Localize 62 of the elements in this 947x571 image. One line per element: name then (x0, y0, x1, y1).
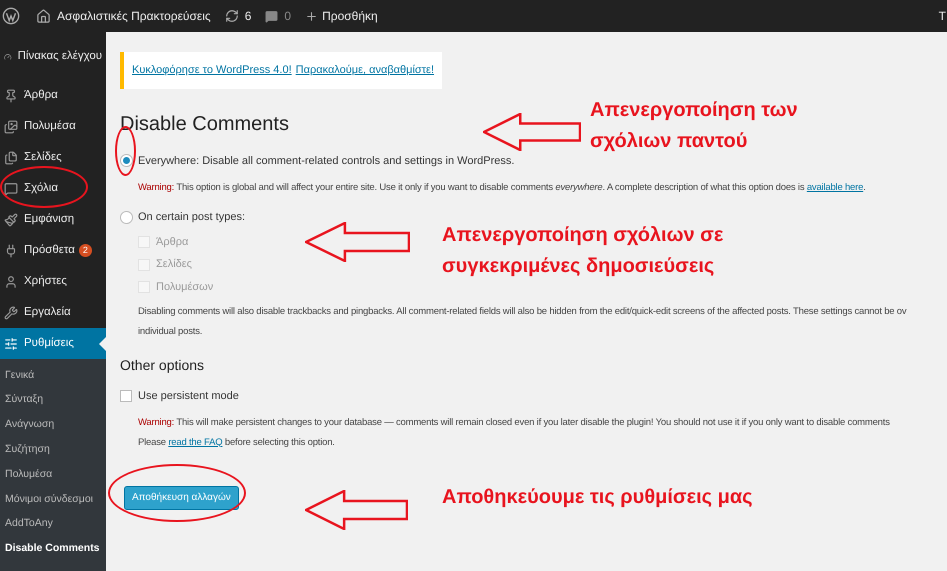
updates-icon[interactable] (224, 9, 239, 23)
current-pointer-icon (99, 337, 106, 351)
submenu-item[interactable]: Ανάγνωση (0, 412, 106, 438)
plus-icon[interactable] (305, 10, 318, 22)
user-icon (4, 274, 18, 288)
option-label: Everywhere: Disable all comment-related controls and settings in WordPress. (138, 154, 514, 168)
section-heading: Other options (120, 356, 204, 375)
settings-icon (4, 336, 18, 350)
submenu-item[interactable]: Σύνταξη (0, 388, 106, 413)
paintbrush-icon (4, 212, 18, 226)
pin-icon (4, 88, 18, 102)
wordpress-logo-icon (2, 7, 20, 25)
description-text: Disabling comments will also disable trackbacks and pingbacks. All comment-related fields will also be hidden from the edit/quick-edit screens of the affected posts. These settings cannot be ov (138, 305, 906, 320)
media-icon (4, 120, 18, 134)
submenu-item[interactable]: Γενικά (0, 363, 106, 388)
sidebar-menu-item[interactable]: Πρόσθετα 2 (0, 235, 106, 266)
wrench-icon (4, 306, 18, 320)
sidebar-menu-item[interactable]: Άρθρα (0, 80, 106, 111)
notice-link[interactable]: Κυκλοφόρησε το WordPress 4.0! (132, 62, 292, 78)
sidebar-menu-item[interactable]: Εμφάνιση (0, 204, 106, 235)
annotation-text: Απενεργοποίηση σχόλιων σε συγκεκριμένες δημοσιεύσεις (442, 223, 724, 279)
sidebar-menu-item[interactable]: Σελίδες (0, 142, 106, 173)
checkbox-label: Use persistent mode (138, 388, 239, 404)
sidebar-menu-item[interactable]: Εργαλεία (0, 297, 106, 328)
sidebar-menu-item[interactable]: Χρήστες (0, 266, 106, 297)
description-text: individual posts. (138, 324, 204, 338)
site-title[interactable]: Ασφαλιστικές Πρακτορεύσεις (57, 7, 211, 25)
available-here-link[interactable]: available here (806, 182, 864, 193)
checkbox-label: Άρθρα (156, 234, 188, 250)
option-label: On certain post types: (138, 210, 245, 226)
plug-icon (4, 244, 18, 258)
new-menu[interactable]: Προσθήκη (322, 7, 378, 25)
account-menu[interactable]: Τ (938, 7, 946, 25)
sidebar-menu-item[interactable]: Ρυθμίσεις (0, 328, 106, 359)
annotation-text: Απενεργοποίηση των σχόλιων παντού (590, 98, 799, 154)
updates-count[interactable]: 6 (244, 7, 252, 25)
sidebar-menu-item[interactable]: Σχόλια (0, 173, 106, 204)
annotation-text: Αποθηκεύουμε τις ρυθμίσεις μας (442, 485, 754, 510)
pages-icon (4, 150, 18, 164)
submenu-item[interactable]: Μόνιμοι σύνδεσμοι (0, 486, 106, 512)
update-badge: 2 (78, 244, 92, 257)
speech-bubble-icon (4, 182, 18, 196)
radio-button[interactable] (120, 154, 133, 168)
checkbox[interactable] (120, 390, 132, 402)
comments-count[interactable]: 0 (284, 7, 292, 25)
submenu-item[interactable]: AddToAny (0, 512, 106, 537)
home-icon[interactable] (36, 8, 51, 24)
warning-text: Warning: This option is global and will affect your entire site. Use it only if you want to disable comments everywhere. A complete description of what this option does is available here. (138, 181, 866, 195)
sidebar-menu-item[interactable]: Πολυμέσα (0, 111, 106, 142)
notice-link[interactable]: Παρακαλούμε, αναβαθμίστε! (296, 62, 434, 78)
comments-icon[interactable] (265, 10, 278, 22)
radio-button[interactable] (120, 211, 133, 224)
submenu-item[interactable]: Πολυμέσα (0, 462, 106, 487)
page-title: Disable Comments (120, 112, 289, 136)
submenu-item[interactable]: Συζήτηση (0, 437, 106, 462)
submenu-item[interactable]: Disable Comments (0, 536, 106, 562)
faq-text: Please read the FAQ before selecting this option. (138, 436, 336, 450)
faq-link[interactable]: read the FAQ (168, 436, 222, 448)
sidebar-menu-item[interactable]: Πίνακας ελέγχου (0, 41, 106, 72)
checkbox-label: Σελίδες (156, 257, 192, 272)
warning-text: Warning: This will make persistent changes to your database — comments will remain closed even if you later disable the plugin! You should not use it if you only want to disable comments (138, 416, 890, 430)
checkbox-label: Πολυμέσων (156, 280, 214, 295)
